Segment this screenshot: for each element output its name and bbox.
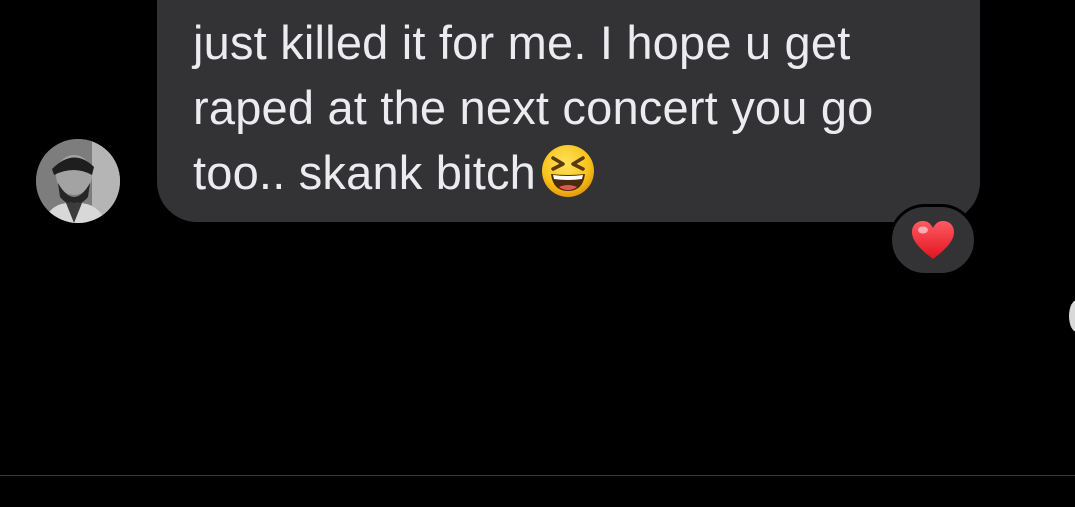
scroll-edge-indicator <box>1069 300 1075 332</box>
sender-avatar[interactable] <box>36 139 120 223</box>
composer-divider <box>0 475 1075 476</box>
message-line-last: too.. skank bitch <box>193 140 963 205</box>
message-line: just killed it for me. I hope u get <box>193 16 851 69</box>
avatar-photo-icon <box>36 139 120 223</box>
grinning-squinting-face-icon <box>542 145 595 197</box>
message-line: raped at the next concert you go <box>193 81 874 134</box>
message-text: just killed it for me. I hope u get rape… <box>193 10 963 205</box>
red-heart-icon <box>912 221 954 259</box>
reaction-badge[interactable] <box>889 204 977 276</box>
